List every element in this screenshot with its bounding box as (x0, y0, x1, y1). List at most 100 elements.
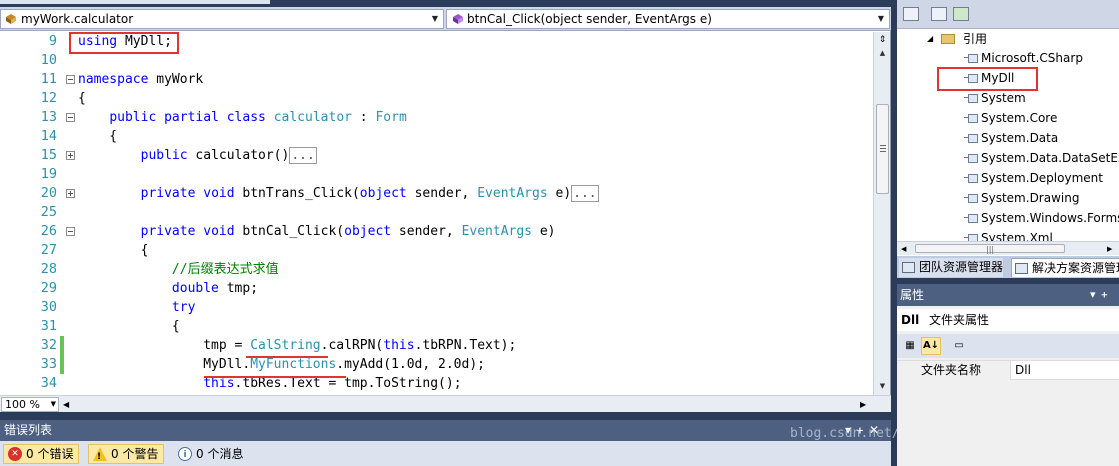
reference-icon (964, 94, 978, 103)
collapse-icon[interactable] (66, 113, 75, 122)
scroll-thumb[interactable] (876, 104, 889, 194)
chevron-down-icon[interactable]: ▼ (429, 10, 441, 28)
code-line[interactable]: 29 double tmp; (0, 279, 873, 298)
code-text[interactable]: public calculator()... (78, 146, 317, 165)
property-value[interactable]: Dll (1015, 361, 1031, 380)
reference-label: Microsoft.CSharp (981, 51, 1083, 65)
alphabetical-icon[interactable]: A↓ (921, 337, 941, 355)
scroll-right-icon[interactable]: ▶ (1107, 242, 1112, 256)
collapsed-region[interactable]: ... (289, 147, 317, 164)
warnings-filter-button[interactable]: ! 0 个警告 (88, 444, 165, 464)
code-area[interactable]: 9 using MyDll; 10 11 namespace myWork 12{13 p… (0, 32, 873, 395)
reference-label: System (981, 91, 1026, 105)
messages-filter-button[interactable]: i 0 个消息 (173, 444, 249, 464)
code-text[interactable]: tmp = CalString.calRPN(this.tbRPN.Text); (78, 336, 516, 355)
code-line[interactable]: 13 public partial class calculator : For… (0, 108, 873, 127)
scroll-down-icon[interactable]: ▼ (874, 379, 891, 393)
refresh-icon[interactable] (953, 7, 969, 21)
object-name: Dll (901, 313, 920, 327)
warnings-count: 0 个警告 (111, 447, 159, 461)
property-pages-icon[interactable]: ▭ (949, 337, 969, 355)
line-number: 11 (40, 71, 57, 87)
mydll-reference-highlight (937, 67, 1038, 91)
code-line[interactable]: 34 this.tbRes.Text = tmp.ToString(); (0, 374, 873, 393)
code-text[interactable]: public partial class calculator : Form (78, 108, 406, 127)
scroll-thumb[interactable]: ||| (915, 244, 1065, 254)
expand-triangle-icon[interactable]: ◢ (927, 29, 933, 49)
show-all-files-icon[interactable] (931, 7, 947, 21)
reference-label: System.Windows.Forms (981, 211, 1119, 225)
code-line[interactable]: 25 (0, 203, 873, 222)
tab-solution-label: 解决方案资源管理器 (1032, 261, 1119, 275)
zoom-dropdown[interactable]: 100 % ▼ (1, 397, 59, 412)
code-line[interactable]: 11 namespace myWork (0, 70, 873, 89)
code-text[interactable]: private void btnCal_Click(object sender,… (78, 222, 556, 241)
code-text[interactable]: { (78, 241, 149, 260)
change-indicator (60, 336, 64, 355)
error-list-toolbar: ✕ 0 个错误 ! 0 个警告 i 0 个消息 (0, 441, 891, 466)
code-text[interactable]: { (78, 89, 86, 108)
reference-icon (964, 134, 978, 143)
member-dropdown[interactable]: btnCal_Click(object sender, EventArgs e)… (446, 9, 890, 29)
code-text[interactable]: { (78, 317, 180, 336)
code-line[interactable]: 30 try (0, 298, 873, 317)
code-editor[interactable]: myWork.calculator ▼ btnCal_Click(object … (0, 0, 891, 412)
property-name: 文件夹名称 (897, 361, 1011, 380)
code-line[interactable]: 19 (0, 165, 873, 184)
chevron-down-icon[interactable]: ▼ (875, 10, 887, 28)
class-dropdown[interactable]: myWork.calculator ▼ (0, 9, 444, 29)
reference-icon (964, 54, 978, 63)
tree-horizontal-scrollbar[interactable]: ◀ ||| ▶ (897, 241, 1119, 255)
collapsed-region[interactable]: ... (571, 185, 599, 202)
code-line[interactable]: 14 { (0, 127, 873, 146)
code-text[interactable]: private void btnTrans_Click(object sende… (78, 184, 599, 203)
code-line[interactable]: 31 { (0, 317, 873, 336)
code-line[interactable]: 27 { (0, 241, 873, 260)
scroll-up-icon[interactable]: ▲ (874, 46, 891, 60)
collapse-icon[interactable] (66, 75, 75, 84)
scroll-right-icon[interactable]: ▶ (860, 397, 866, 412)
expand-icon[interactable] (66, 151, 75, 160)
code-line[interactable]: 12 { (0, 89, 873, 108)
chevron-down-icon[interactable]: ▼ (51, 398, 56, 411)
code-text[interactable]: double tmp; (78, 279, 258, 298)
code-line[interactable]: 28 //后缀表达式求值 (0, 260, 873, 279)
class-dropdown-value: myWork.calculator (21, 12, 134, 26)
collapse-icon[interactable] (66, 227, 75, 236)
line-number: 13 (40, 109, 57, 125)
categorized-icon[interactable]: ▦ (900, 337, 920, 355)
reference-icon (964, 214, 978, 223)
code-text[interactable]: namespace myWork (78, 70, 203, 89)
using-mydll-highlight (69, 32, 179, 54)
property-object-selector[interactable]: Dll 文件夹属性 (897, 309, 1119, 331)
errors-count: 0 个错误 (26, 447, 74, 461)
dropdown-icon[interactable]: ▾ (1090, 288, 1102, 301)
scroll-left-icon[interactable]: ◀ (901, 242, 906, 256)
grip-icon (880, 145, 886, 152)
expand-icon[interactable] (66, 189, 75, 198)
reference-icon (964, 114, 978, 123)
code-line[interactable]: 20 private void btnTrans_Click(object se… (0, 184, 873, 203)
solution-tree[interactable]: ◢ 引用 Microsoft.CSharp MyDll System System.C… (897, 29, 1119, 241)
pin-icon[interactable]: ᚐ (1102, 288, 1113, 301)
code-line[interactable]: 32 tmp = CalString.calRPN(this.tbRPN.Tex… (0, 336, 873, 355)
property-row[interactable]: 文件夹名称 Dll (897, 360, 1119, 380)
code-line[interactable]: 15 public calculator()... (0, 146, 873, 165)
reference-label: System.Data.DataSetExtensions (981, 151, 1119, 165)
vertical-scrollbar[interactable]: ⇕ ▲ ▼ (873, 32, 890, 395)
code-line[interactable]: 33 MyDll.MyFunctions.myAdd(1.0d, 2.0d); (0, 355, 873, 374)
reference-icon (964, 194, 978, 203)
code-text[interactable]: { (78, 127, 117, 146)
line-number: 12 (40, 90, 57, 106)
code-text[interactable]: try (78, 298, 195, 317)
scroll-left-icon[interactable]: ◀ (63, 397, 69, 412)
errors-filter-button[interactable]: ✕ 0 个错误 (3, 444, 80, 464)
split-icon[interactable]: ⇕ (876, 34, 889, 46)
properties-icon[interactable] (903, 7, 919, 21)
code-line[interactable]: 26 private void btnCal_Click(object send… (0, 222, 873, 241)
tab-team-explorer[interactable]: 团队资源管理器 (899, 258, 1004, 277)
team-explorer-icon (902, 262, 915, 273)
zoom-value: 100 % (5, 398, 40, 411)
code-text[interactable]: //后缀表达式求值 (78, 260, 279, 279)
tab-solution-explorer[interactable]: 解决方案资源管理器 (1011, 258, 1119, 277)
